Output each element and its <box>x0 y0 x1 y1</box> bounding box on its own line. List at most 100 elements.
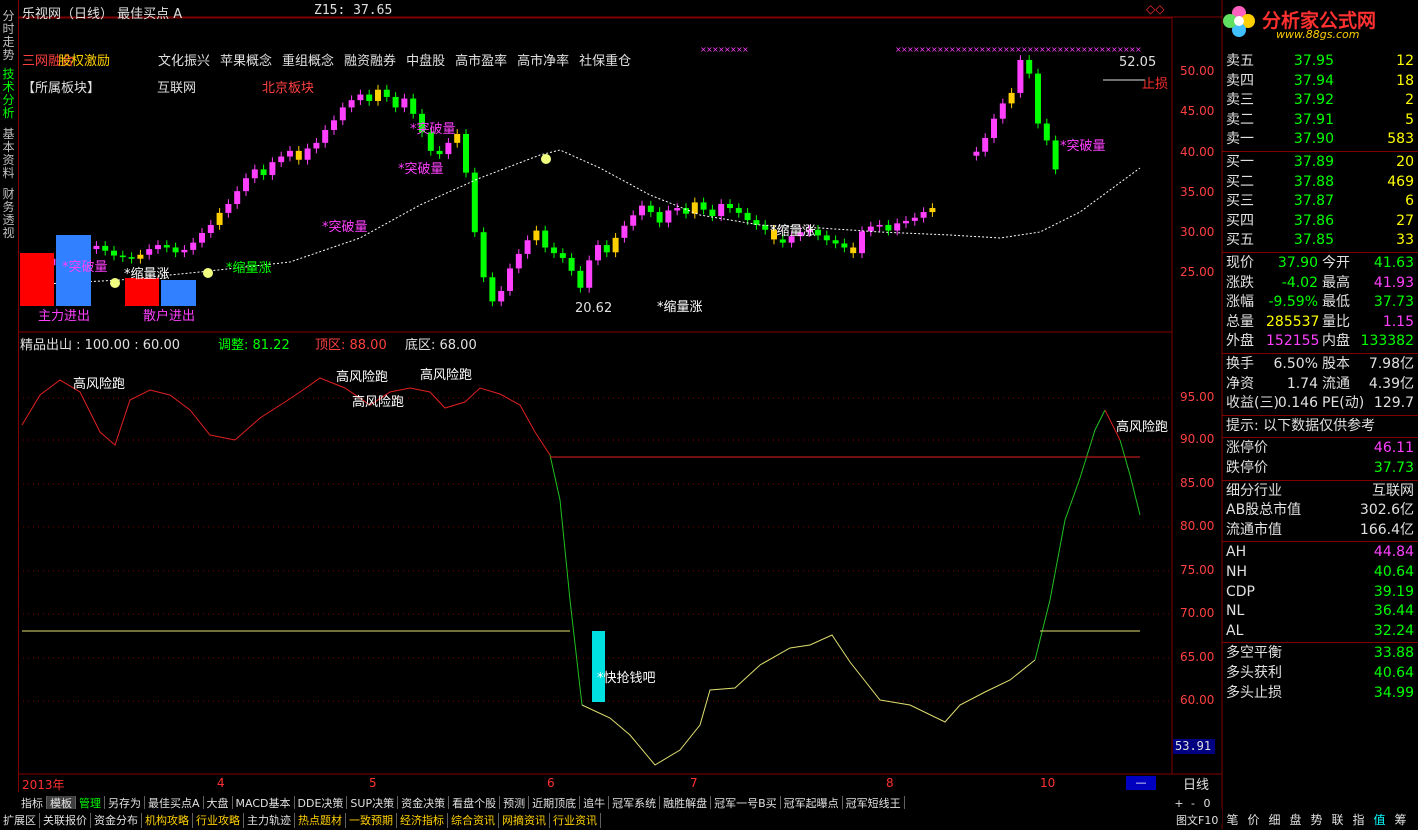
annot-breakout-1: *突破量 <box>410 122 456 137</box>
quote-volume: 20 <box>1396 154 1414 170</box>
ext-tab[interactable]: 行业资讯 <box>550 813 601 828</box>
candle-body <box>700 202 707 210</box>
candle-body <box>929 208 936 213</box>
price-tick: 45.00 <box>1180 104 1215 118</box>
ext-tab[interactable]: 行业攻略 <box>193 813 244 828</box>
candle-body <box>982 138 989 152</box>
candle-body <box>383 89 390 97</box>
moving-average-line <box>25 149 1141 286</box>
logo-url: www.88gs.com <box>1276 28 1360 41</box>
candle-body <box>137 254 144 259</box>
sector-label: 【所属板块】 <box>22 81 101 96</box>
side-tab-strip: 笔价细盘势联指值筹 <box>1222 809 1418 829</box>
zoom-button[interactable]: + <box>1172 797 1186 810</box>
info-label: 涨停价 <box>1226 440 1268 457</box>
quote-label: 换手 <box>1226 356 1254 372</box>
annot-shrink-3: *缩量涨 <box>657 300 703 315</box>
candle-body <box>973 151 980 156</box>
candle-body <box>859 231 865 254</box>
concept-overlap-2: 股权激励 <box>58 54 111 69</box>
quote-label: 卖一 <box>1226 131 1254 148</box>
candle-body <box>128 257 135 259</box>
status-f10[interactable]: 图文F10 <box>1176 812 1218 828</box>
candle-body <box>489 277 496 302</box>
indicator-tick: 80.00 <box>1180 519 1215 533</box>
candle-body <box>999 103 1006 119</box>
side-tab[interactable]: 筹 <box>1390 810 1411 830</box>
ext-tab[interactable]: 机构攻略 <box>142 813 193 828</box>
indicator-green-line <box>1034 409 1106 661</box>
low-price-label: 20.62 <box>575 301 613 316</box>
quote-row: 收益(三) 0.146 PE(动) 129.7 <box>1222 394 1418 413</box>
candle-body <box>885 224 892 231</box>
zoom-button[interactable]: - <box>1186 797 1200 810</box>
quote-label: 现价 <box>1226 255 1254 271</box>
concept-tag: 融资融券 <box>344 54 397 69</box>
quote-value: 37.73 <box>1373 294 1414 311</box>
ext-tab[interactable]: 主力轨迹 <box>244 813 295 828</box>
info-row: 流通市值 166.4亿 <box>1222 521 1418 540</box>
side-tab[interactable]: 值 <box>1369 810 1390 830</box>
side-tab[interactable]: 价 <box>1243 810 1264 830</box>
concept-tag: 社保重仓 <box>579 54 632 69</box>
window-title: 乐视网（日线） 最佳买点 A <box>22 7 183 22</box>
candle-body <box>375 89 381 101</box>
main-force-label: 主力进出 <box>38 309 91 324</box>
risk-label-5: 高风险跑 <box>1116 420 1169 435</box>
ext-tab[interactable]: 热点题材 <box>295 813 346 828</box>
tab-financial[interactable]: 财务透视 <box>1 188 16 240</box>
info-value: 34.99 <box>1373 684 1414 701</box>
diamond-icon[interactable]: ◇◇ <box>1146 2 1164 16</box>
ext-tab[interactable]: 资金分布 <box>91 813 142 828</box>
side-tab[interactable]: 势 <box>1306 810 1327 830</box>
side-tab[interactable]: 笔 <box>1222 810 1243 830</box>
side-tab[interactable]: 联 <box>1327 810 1348 830</box>
period-label[interactable]: 日线 <box>1183 774 1209 793</box>
side-tab[interactable]: 细 <box>1264 810 1285 830</box>
signal-dot <box>110 278 120 288</box>
ext-tab[interactable]: 扩展区 <box>0 813 40 828</box>
ext-tab[interactable]: 综合资讯 <box>448 813 499 828</box>
candle-body <box>876 224 883 227</box>
quote-panel: 卖五 37.95 12 卖四 37.94 18 卖三 37.92 2 卖二 37.91 5 卖一 37.9… <box>1222 44 1418 808</box>
ext-tab[interactable]: 一致预期 <box>346 813 397 828</box>
quote-volume: 18 <box>1396 72 1414 89</box>
candle-body <box>322 129 329 143</box>
candle-body <box>119 255 126 258</box>
info-row: AB股总市值 302.6亿 <box>1222 501 1418 520</box>
indicator-green-line <box>549 454 583 706</box>
candle-body <box>507 268 513 291</box>
ext-tab[interactable]: 关联报价 <box>40 813 91 828</box>
ext-tab[interactable]: 网摘资讯 <box>499 813 550 828</box>
signal-dot <box>541 154 551 164</box>
scroll-thumb[interactable]: — <box>1126 776 1156 790</box>
info-label: 多头获利 <box>1226 665 1282 681</box>
candle-body <box>674 208 681 211</box>
side-tab[interactable]: 盘 <box>1285 810 1306 830</box>
info-row: 涨停价 46.11 <box>1222 439 1418 458</box>
indicator-adjust: 调整: 81.22 <box>218 338 290 353</box>
tab-technical[interactable]: 技术分析 <box>1 68 16 120</box>
info-row: AH 44.84 <box>1222 543 1418 562</box>
ext-tab[interactable]: 经济指标 <box>397 813 448 828</box>
indicator-tick: 75.00 <box>1180 563 1215 577</box>
concept-tag: 高市净率 <box>517 54 570 69</box>
quote-label: 买一 <box>1226 154 1254 170</box>
candle-body <box>260 169 267 176</box>
candle-body <box>586 260 593 288</box>
quote-label: 最低 <box>1322 294 1350 311</box>
candle-body <box>832 240 839 244</box>
candle-body <box>207 224 214 233</box>
zoom-button[interactable]: 0 <box>1200 797 1214 810</box>
quote-row: 买五 37.85 33 <box>1222 231 1418 250</box>
quote-label: 卖四 <box>1226 72 1254 89</box>
candle-body <box>920 212 927 218</box>
tab-intraday[interactable]: 分时走势 <box>1 10 16 62</box>
quote-value: 4.39亿 <box>1368 375 1414 392</box>
tab-basic-info[interactable]: 基本资料 <box>1 128 16 180</box>
price-tick: 40.00 <box>1180 145 1215 159</box>
sector-beijing[interactable]: 北京板块 <box>262 77 314 96</box>
sector-internet[interactable]: 互联网 <box>157 77 196 96</box>
side-tab[interactable]: 指 <box>1348 810 1369 830</box>
candle-body <box>392 96 399 108</box>
